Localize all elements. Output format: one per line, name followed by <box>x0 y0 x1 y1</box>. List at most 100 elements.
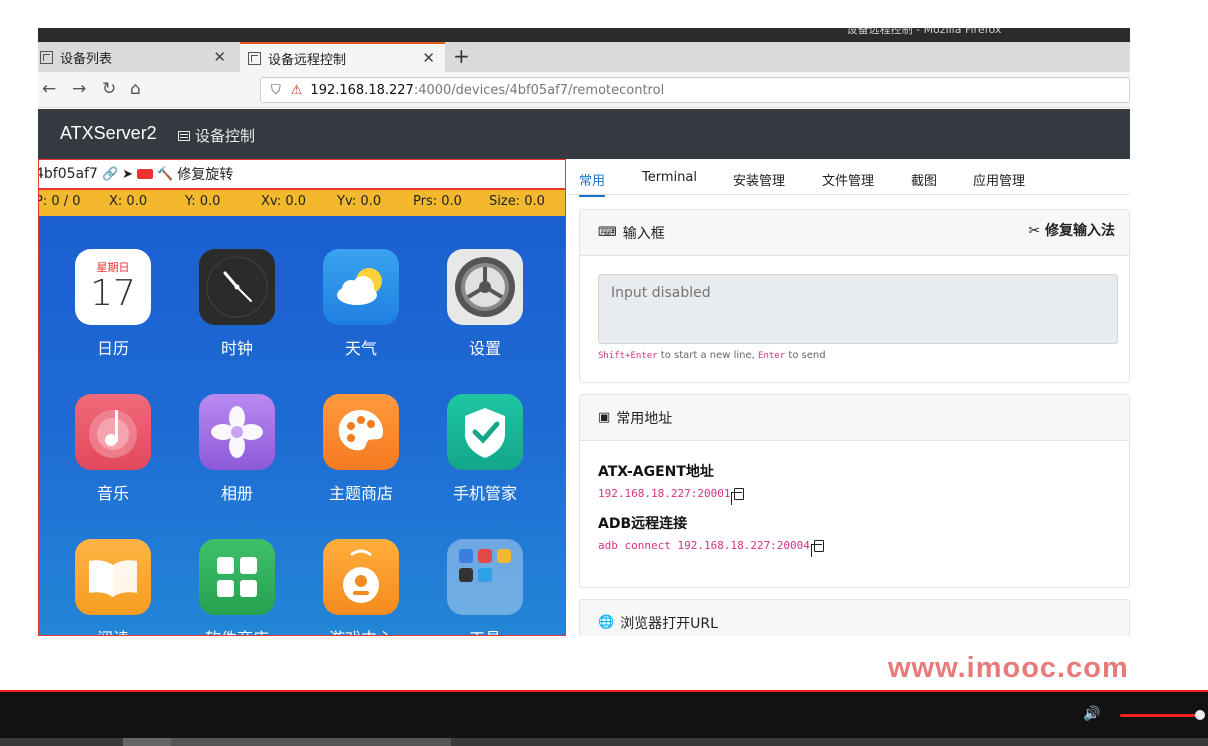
app-game-center[interactable]: 游戏中心 <box>316 539 406 635</box>
fix-rotation-button[interactable]: 修复旋转 <box>177 164 233 184</box>
gallery-icon <box>199 394 275 470</box>
app-calendar[interactable]: 星期日 17 日历 <box>68 249 158 359</box>
cursor-icon[interactable]: ➤ <box>122 167 133 182</box>
app-clock[interactable]: 时钟 <box>192 249 282 359</box>
copy-icon[interactable] <box>731 488 745 505</box>
screen-root: 设备远程控制 - Mozilla Firefox 设备列表 ✕ 设备远程控制 ✕… <box>0 0 1208 746</box>
clock-icon <box>199 249 275 325</box>
app-label: 工具 <box>440 625 530 635</box>
volume-slider[interactable] <box>1120 714 1200 717</box>
agent-address-row: 192.168.18.227:20001 <box>598 487 745 505</box>
app-label: 相册 <box>220 484 253 503</box>
app-label: 手机管家 <box>452 484 517 503</box>
taskbar-item[interactable] <box>123 738 171 746</box>
adb-remote-value[interactable]: adb connect 192.168.18.227:20004 <box>598 539 810 552</box>
volume-slider-handle[interactable] <box>1195 710 1205 720</box>
input-card-title: 输入框 <box>622 225 665 242</box>
shield-icon[interactable]: ⛉ <box>271 83 281 98</box>
hammer-icon[interactable]: 🔨 <box>157 167 173 182</box>
url-path: :4000/devices/4bf05af7/remotecontrol <box>413 82 665 98</box>
input-card-header: ⌨ 输入框 ✂ 修复输入法 <box>580 210 1129 256</box>
taskbar-strip <box>0 738 1208 746</box>
app-phone-manager[interactable]: 手机管家 <box>440 394 530 504</box>
link-icon[interactable]: 🔗 <box>102 167 118 182</box>
device-toolbar: 4bf05af7 🔗 ➤ 🔨 修复旋转 <box>38 160 565 188</box>
stat-yv: Yv: 0.0 <box>337 194 382 209</box>
stat-pointers: P: 0 / 0 <box>38 194 81 209</box>
browser-navbar: ← → ↻ ⌂ ⛉ ⚠ 192.168.18.227 :4000/devices… <box>38 72 1130 108</box>
window-title: 设备远程控制 - Mozilla Firefox <box>846 28 1002 36</box>
touch-stats-bar: P: 0 / 0 X: 0.0 Y: 0.0 Xv: 0.0 Yv: 0.0 P… <box>38 188 565 216</box>
control-panel: 常用 Terminal 安装管理 文件管理 截图 应用管理 ⌨ 输入框 ✂ 修复… <box>566 159 1130 636</box>
close-tab-icon[interactable]: ✕ <box>422 49 435 67</box>
brand-link[interactable]: ATXServer2 <box>60 123 157 144</box>
fix-ime-label: 修复输入法 <box>1045 223 1115 239</box>
fix-ime-button[interactable]: ✂ 修复输入法 <box>1028 220 1115 240</box>
device-id: 4bf05af7 <box>38 166 98 182</box>
taskbar-item[interactable] <box>171 738 451 746</box>
device-screen-panel: 4bf05af7 🔗 ➤ 🔨 修复旋转 P: 0 / 0 X: 0.0 Y: 0… <box>38 159 566 636</box>
tab-common[interactable]: 常用 <box>579 170 606 197</box>
app-theme-store[interactable]: 主题商店 <box>316 394 406 504</box>
insecure-connection-icon[interactable]: ⚠ <box>291 83 303 98</box>
hint-text-1: to start a new line, <box>657 350 759 361</box>
agent-address-value[interactable]: 192.168.18.227:20001 <box>598 487 730 500</box>
app-reading[interactable]: 阅读 <box>68 539 158 635</box>
copy-icon[interactable] <box>810 540 824 557</box>
music-icon <box>75 394 151 470</box>
address-card-title: 常用地址 <box>616 410 673 427</box>
input-hint: Shift+Enter to start a new line, Enter t… <box>598 350 826 361</box>
tools-folder-icon <box>447 539 523 615</box>
close-tab-icon[interactable]: ✕ <box>213 48 226 66</box>
settings-icon <box>447 249 523 325</box>
browser-tab-remote-control[interactable]: 设备远程控制 ✕ <box>240 42 445 72</box>
adb-remote-row: adb connect 192.168.18.227:20004 <box>598 539 824 557</box>
forward-arrow-icon[interactable]: → <box>72 79 86 99</box>
adb-remote-label: ADB远程连接 <box>598 516 688 532</box>
calendar-day: 17 <box>90 273 136 314</box>
text-input[interactable] <box>598 274 1118 344</box>
app-app-store[interactable]: 软件商店 <box>192 539 282 635</box>
stat-x: X: 0.0 <box>109 194 148 209</box>
app-music[interactable]: 音乐 <box>68 394 158 504</box>
globe-icon: 🌐 <box>598 615 615 630</box>
volume-icon[interactable]: 🔊 <box>1083 706 1100 722</box>
app-label: 设置 <box>468 339 501 358</box>
tab-screenshot[interactable]: 截图 <box>911 170 937 189</box>
app-tools-folder[interactable]: 工具 <box>440 539 530 635</box>
new-tab-icon[interactable]: + <box>453 44 470 68</box>
id-card-icon: ▣ <box>598 410 611 425</box>
browser-url-card-header: 🌐 浏览器打开URL <box>580 600 1129 636</box>
video-player-bar: 🔊 <box>0 692 1208 738</box>
app-store-icon <box>199 539 275 615</box>
tab-terminal[interactable]: Terminal <box>642 170 697 185</box>
tab-install[interactable]: 安装管理 <box>733 170 785 189</box>
page-icon <box>40 50 53 64</box>
browser-tab-device-list[interactable]: 设备列表 ✕ <box>38 42 236 72</box>
tab-files[interactable]: 文件管理 <box>822 170 874 189</box>
app-label: 日历 <box>96 339 129 358</box>
browser-url-card-title: 浏览器打开URL <box>620 615 718 632</box>
tab-label: 设备远程控制 <box>268 52 347 68</box>
phone-screen[interactable]: 星期日 17 日历 时钟 天气 设置 音乐 相册 主题商店 手机管家 <box>39 216 565 635</box>
reload-icon[interactable]: ↻ <box>102 79 116 99</box>
url-bar[interactable]: ⛉ ⚠ 192.168.18.227 :4000/devices/4bf05af… <box>260 77 1130 103</box>
home-icon[interactable]: ⌂ <box>130 79 141 99</box>
keyboard-icon[interactable] <box>137 169 154 179</box>
app-navbar: ATXServer2 设备控制 <box>38 109 1130 159</box>
input-card: ⌨ 输入框 ✂ 修复输入法 Shift+Enter to start a new… <box>579 209 1130 383</box>
theme-store-icon <box>323 394 399 470</box>
browser-tabstrip: 设备列表 ✕ 设备远程控制 ✕ + <box>38 42 1130 72</box>
stat-prs: Prs: 0.0 <box>413 194 462 209</box>
hint-key-enter: Enter <box>758 351 786 361</box>
watermark: www.imooc.com <box>888 652 1129 684</box>
app-settings[interactable]: 设置 <box>440 249 530 359</box>
weather-icon <box>323 249 399 325</box>
nav-device-control[interactable]: 设备控制 <box>178 125 255 146</box>
tab-label: 设备列表 <box>60 51 113 67</box>
app-weather[interactable]: 天气 <box>316 249 406 359</box>
app-gallery[interactable]: 相册 <box>192 394 282 504</box>
tab-apps[interactable]: 应用管理 <box>973 170 1025 189</box>
back-arrow-icon[interactable]: ← <box>42 79 56 99</box>
url-host: 192.168.18.227 <box>310 82 414 98</box>
